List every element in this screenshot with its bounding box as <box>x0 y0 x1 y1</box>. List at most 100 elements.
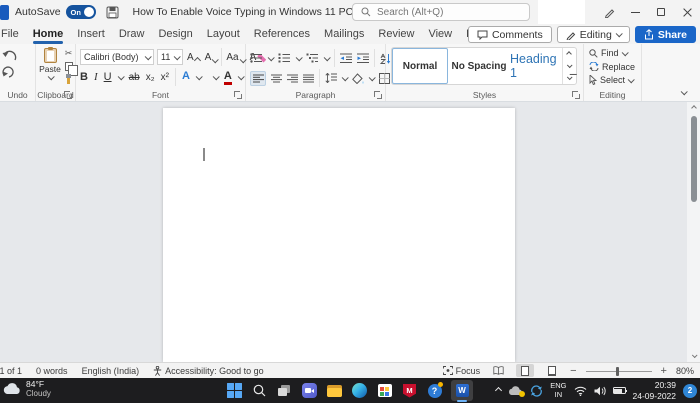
language-indicator[interactable]: English (India) <box>82 366 140 376</box>
align-center-button[interactable] <box>271 74 282 83</box>
start-button[interactable] <box>226 382 243 399</box>
editing-mode-button[interactable]: Editing <box>556 26 630 43</box>
edge-button[interactable] <box>351 382 368 399</box>
get-help-button[interactable]: ? <box>426 382 443 399</box>
shading-button[interactable] <box>352 72 364 84</box>
format-painter-button[interactable] <box>64 74 73 84</box>
read-mode-button[interactable] <box>489 364 507 377</box>
grow-font-button[interactable]: A <box>186 52 201 64</box>
battery-icon[interactable] <box>612 387 628 394</box>
tab-home[interactable]: Home <box>26 25 71 44</box>
align-left-button[interactable] <box>250 70 266 86</box>
collapse-ribbon-button[interactable] <box>680 88 688 96</box>
chevron-down-icon[interactable] <box>195 72 203 80</box>
font-family-select[interactable]: Calibri (Body) <box>80 49 154 65</box>
ink-pen-icon[interactable] <box>596 0 622 24</box>
strikethrough-button[interactable]: ab <box>129 72 140 83</box>
styles-more-button[interactable] <box>563 72 575 84</box>
tab-mailings[interactable]: Mailings <box>317 25 371 44</box>
tab-file[interactable]: File <box>0 25 26 44</box>
chevron-down-icon[interactable] <box>117 72 125 80</box>
word-count[interactable]: 0 words <box>36 366 68 376</box>
taskbar-search-button[interactable] <box>251 382 268 399</box>
chevron-down-icon[interactable] <box>267 53 275 61</box>
page-indicator[interactable]: Page 1 of 1 <box>0 366 22 376</box>
zoom-slider-thumb[interactable] <box>615 366 620 376</box>
language-tray-button[interactable]: ENG IN <box>550 381 566 399</box>
save-icon[interactable] <box>106 6 119 19</box>
print-layout-button[interactable] <box>516 364 535 377</box>
scroll-up-button[interactable] <box>690 102 697 114</box>
scrollbar-thumb[interactable] <box>690 116 697 202</box>
multilevel-list-button[interactable] <box>306 53 319 63</box>
zoom-level[interactable]: 80% <box>676 366 694 376</box>
word-taskbar-button[interactable]: W <box>451 380 473 402</box>
onedrive-tray-icon[interactable] <box>508 385 526 397</box>
search-input[interactable]: Search (Alt+Q) <box>352 3 530 21</box>
task-view-button[interactable] <box>276 382 293 399</box>
tray-chevron-up-icon[interactable] <box>495 386 503 395</box>
styles-dialog-launcher[interactable] <box>572 91 580 99</box>
notification-badge[interactable]: 2 <box>683 383 697 398</box>
chevron-down-icon[interactable] <box>368 73 376 81</box>
decrease-indent-button[interactable] <box>340 53 352 63</box>
styles-scroll-up[interactable] <box>563 48 575 60</box>
tab-insert[interactable]: Insert <box>70 25 112 44</box>
sync-tray-icon[interactable] <box>530 384 543 397</box>
bold-button[interactable]: B <box>80 71 88 83</box>
subscript-button[interactable]: x₂ <box>146 72 155 83</box>
accessibility-status[interactable]: Accessibility: Good to go <box>153 365 264 376</box>
chevron-down-icon[interactable] <box>212 72 220 80</box>
text-effects-button[interactable]: A <box>182 70 190 85</box>
align-right-button[interactable] <box>287 74 298 83</box>
focus-mode-button[interactable]: Focus <box>442 366 480 376</box>
tab-references[interactable]: References <box>247 25 317 44</box>
bullets-button[interactable] <box>250 53 263 63</box>
increase-indent-button[interactable] <box>357 53 369 63</box>
underline-button[interactable]: U <box>104 71 112 83</box>
justify-button[interactable] <box>303 74 314 83</box>
paste-button[interactable]: Paste <box>39 47 61 88</box>
tab-design[interactable]: Design <box>151 25 199 44</box>
chevron-down-icon[interactable] <box>295 53 303 61</box>
comments-button[interactable]: Comments <box>467 26 552 43</box>
wifi-icon[interactable] <box>574 386 587 396</box>
superscript-button[interactable]: x² <box>161 72 169 83</box>
line-spacing-button[interactable] <box>325 73 337 83</box>
zoom-slider[interactable] <box>585 366 652 376</box>
redo-button[interactable] <box>2 66 35 78</box>
tab-layout[interactable]: Layout <box>200 25 247 44</box>
volume-icon[interactable] <box>594 386 606 396</box>
vertical-scrollbar[interactable] <box>687 102 700 362</box>
paragraph-dialog-launcher[interactable] <box>374 91 382 99</box>
weather-widget[interactable]: 84°F Cloudy <box>3 379 51 398</box>
font-dialog-launcher[interactable] <box>234 91 242 99</box>
close-button[interactable] <box>674 0 700 24</box>
tab-draw[interactable]: Draw <box>112 25 152 44</box>
scroll-down-button[interactable] <box>691 350 698 362</box>
find-button[interactable]: Find <box>589 48 641 58</box>
undo-button[interactable] <box>2 49 35 61</box>
replace-button[interactable]: Replace <box>589 62 641 72</box>
share-button[interactable]: Share <box>634 26 696 43</box>
clipboard-dialog-launcher[interactable] <box>64 91 72 99</box>
tab-review[interactable]: Review <box>371 25 421 44</box>
copy-button[interactable] <box>64 62 78 76</box>
chevron-down-icon[interactable] <box>323 53 331 61</box>
chevron-down-icon[interactable] <box>341 73 349 81</box>
mcafee-button[interactable]: M <box>401 382 418 399</box>
font-size-select[interactable]: 11 <box>157 49 183 65</box>
numbering-button[interactable] <box>278 53 291 63</box>
zoom-in-button[interactable]: + <box>661 365 667 377</box>
clock-tray-button[interactable]: 20:39 24-09-2022 <box>633 380 676 401</box>
autosave-toggle[interactable]: On <box>65 5 96 19</box>
style-no-spacing[interactable]: No Spacing <box>448 48 510 84</box>
tab-view[interactable]: View <box>421 25 459 44</box>
style-heading-1[interactable]: Heading 1 <box>510 48 562 84</box>
restore-button[interactable] <box>648 0 674 24</box>
cut-button[interactable]: ✂ <box>65 48 73 59</box>
chevron-down-icon[interactable] <box>237 72 245 80</box>
account-area[interactable] <box>538 0 585 24</box>
styles-scroll-down[interactable] <box>563 60 575 72</box>
italic-button[interactable]: I <box>94 71 98 83</box>
